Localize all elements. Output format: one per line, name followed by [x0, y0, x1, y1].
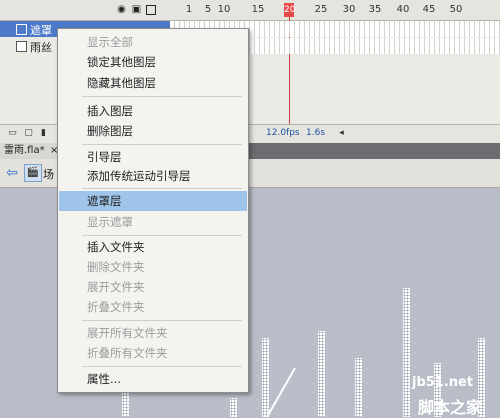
menu-item-collapse-folder[interactable]: 折叠文件夹: [59, 297, 247, 317]
menu-separator: [82, 235, 242, 236]
scene-icon: 🎬: [24, 164, 42, 182]
eye-icon[interactable]: ◉: [116, 4, 127, 15]
frame-number: 5: [204, 4, 212, 15]
menu-item-expand-all-folders[interactable]: 展开所有文件夹: [59, 323, 247, 343]
outline-icon[interactable]: [146, 5, 156, 15]
elapsed-time: 1.6s: [306, 128, 326, 138]
menu-item-show-mask[interactable]: 显示遮罩: [59, 212, 247, 232]
watermark-name: 脚本之家: [418, 398, 483, 417]
rain-streak: [318, 331, 325, 417]
layer-icon: [16, 24, 27, 35]
scene-label[interactable]: 场: [43, 166, 54, 182]
timeline-header: ◉ ▣ 1 5 10 15 25 30 35 40 45 50: [0, 0, 500, 21]
menu-separator: [82, 366, 242, 367]
menu-item-mask-layer[interactable]: 遮罩层: [59, 191, 247, 211]
document-tab-name: 雷雨.fla*: [4, 145, 45, 156]
lock-icon[interactable]: ▣: [131, 4, 142, 15]
new-layer-icon[interactable]: ▭: [8, 128, 17, 138]
menu-separator: [82, 96, 242, 97]
layer-name: 雨丝: [30, 41, 52, 54]
layer-icon: [16, 41, 27, 52]
menu-item-delete-folder[interactable]: 删除文件夹: [59, 257, 247, 277]
delete-icon[interactable]: ▮: [39, 128, 48, 138]
scroll-left-icon[interactable]: ◂: [337, 128, 346, 138]
menu-item-show-all[interactable]: 显示全部: [59, 32, 247, 52]
rain-streak: [403, 288, 410, 417]
menu-item-properties[interactable]: 属性...: [59, 369, 247, 389]
layer-name: 遮罩: [30, 24, 52, 37]
frame-number: 50: [449, 4, 463, 15]
context-menu: 显示全部 锁定其他图层 隐藏其他图层 插入图层 删除图层 引导层 添加传统运动引…: [57, 28, 249, 393]
frame-number: 10: [217, 4, 231, 15]
back-arrow-icon[interactable]: ⇦: [4, 165, 20, 181]
menu-separator: [82, 320, 242, 321]
menu-item-add-motion-guide[interactable]: 添加传统运动引导层: [59, 166, 247, 186]
menu-item-expand-folder[interactable]: 展开文件夹: [59, 277, 247, 297]
playhead[interactable]: 20: [284, 3, 295, 17]
frame-number: 35: [368, 4, 382, 15]
menu-separator: [82, 144, 242, 145]
menu-item-hide-others[interactable]: 隐藏其他图层: [59, 73, 247, 93]
frame-rate: 12.0fps: [266, 128, 300, 138]
menu-separator: [82, 188, 242, 189]
menu-item-guide-layer[interactable]: 引导层: [59, 147, 247, 167]
frame-number: 15: [251, 4, 265, 15]
frame-number: 40: [396, 4, 410, 15]
menu-item-delete-layer[interactable]: 删除图层: [59, 121, 247, 141]
frame-number: 25: [314, 4, 328, 15]
menu-item-collapse-all-folders[interactable]: 折叠所有文件夹: [59, 343, 247, 363]
menu-item-lock-others[interactable]: 锁定其他图层: [59, 52, 247, 72]
menu-item-insert-layer[interactable]: 插入图层: [59, 101, 247, 121]
watermark-url: jb51.net: [412, 375, 474, 390]
frame-number: 30: [342, 4, 356, 15]
rain-streak: [230, 398, 237, 417]
frame-number: 1: [185, 4, 193, 15]
menu-item-insert-folder[interactable]: 插入文件夹: [59, 237, 247, 257]
lightning-line: [266, 368, 296, 417]
frame-number: 45: [422, 4, 436, 15]
document-tab[interactable]: 雷雨.fla* ×: [0, 143, 62, 159]
new-folder-icon[interactable]: ▢: [24, 128, 33, 138]
rain-streak: [355, 358, 362, 417]
